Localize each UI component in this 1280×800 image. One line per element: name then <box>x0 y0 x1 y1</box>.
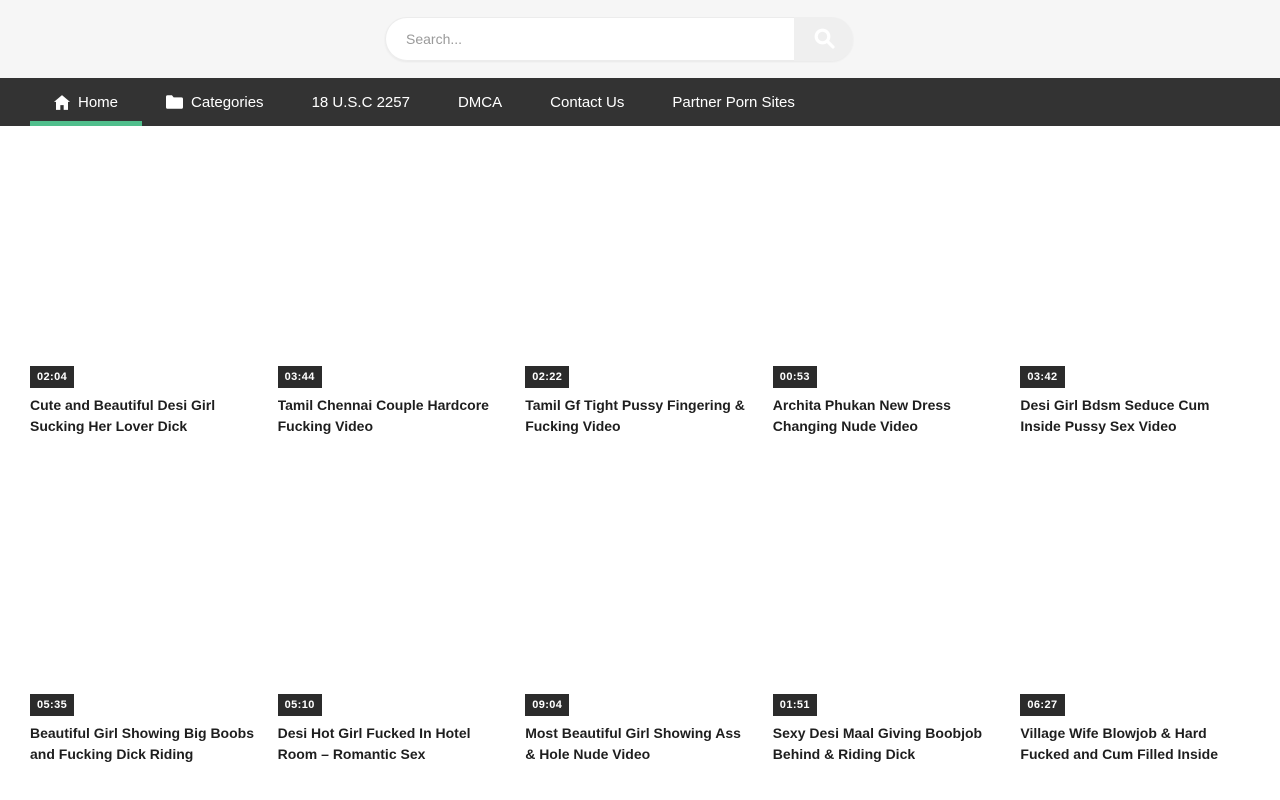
search-input[interactable] <box>385 17 794 61</box>
video-title-link[interactable]: Desi Hot Girl Fucked In Hotel Room – Rom… <box>278 723 508 765</box>
video-grid: 02:04 Cute and Beautiful Desi Girl Sucki… <box>30 136 1250 765</box>
video-thumbnail[interactable]: 03:42 <box>1020 136 1250 388</box>
video-card: 01:51 Sexy Desi Maal Giving Boobjob Behi… <box>773 464 1003 765</box>
video-card: 05:35 Beautiful Girl Showing Big Boobs a… <box>30 464 260 765</box>
search-form <box>385 17 853 61</box>
video-title-link[interactable]: Sexy Desi Maal Giving Boobjob Behind & R… <box>773 723 1003 765</box>
nav-item-label: Partner Porn Sites <box>672 94 795 111</box>
nav-item-label: DMCA <box>458 94 502 111</box>
video-thumbnail[interactable]: 05:10 <box>278 464 508 716</box>
video-thumbnail[interactable]: 02:04 <box>30 136 260 388</box>
search-button[interactable] <box>794 17 853 61</box>
nav-item-label: Contact Us <box>550 94 624 111</box>
nav-item-partner-porn-sites[interactable]: Partner Porn Sites <box>648 78 819 126</box>
video-title-link[interactable]: Village Wife Blowjob & Hard Fucked and C… <box>1020 723 1250 765</box>
nav-item-label: Home <box>78 94 118 111</box>
video-title-link[interactable]: Archita Phukan New Dress Changing Nude V… <box>773 395 1003 437</box>
video-title-link[interactable]: Beautiful Girl Showing Big Boobs and Fuc… <box>30 723 260 765</box>
duration-badge: 09:04 <box>525 694 569 716</box>
folder-icon <box>166 95 183 109</box>
main-navigation: Home Categories 18 U.S.C 2257 DMCA Conta… <box>0 78 1280 126</box>
duration-badge: 00:53 <box>773 366 817 388</box>
video-title-link[interactable]: Cute and Beautiful Desi Girl Sucking Her… <box>30 395 260 437</box>
video-thumbnail[interactable]: 06:27 <box>1020 464 1250 716</box>
video-thumbnail[interactable]: 03:44 <box>278 136 508 388</box>
nav-item-dmca[interactable]: DMCA <box>434 78 526 126</box>
video-card: 09:04 Most Beautiful Girl Showing Ass & … <box>525 464 755 765</box>
nav-item-contact-us[interactable]: Contact Us <box>526 78 648 126</box>
magnifier-icon <box>812 26 836 53</box>
video-thumbnail[interactable]: 00:53 <box>773 136 1003 388</box>
nav-item-label: 18 U.S.C 2257 <box>312 94 410 111</box>
nav-item-18-u-s-c-2257[interactable]: 18 U.S.C 2257 <box>288 78 434 126</box>
video-title-link[interactable]: Tamil Gf Tight Pussy Fingering & Fucking… <box>525 395 755 437</box>
video-card: 05:10 Desi Hot Girl Fucked In Hotel Room… <box>278 464 508 765</box>
video-title-link[interactable]: Tamil Chennai Couple Hardcore Fucking Vi… <box>278 395 508 437</box>
video-thumbnail[interactable]: 02:22 <box>525 136 755 388</box>
top-search-bar <box>0 0 1280 78</box>
video-title-link[interactable]: Most Beautiful Girl Showing Ass & Hole N… <box>525 723 755 765</box>
video-card: 06:27 Village Wife Blowjob & Hard Fucked… <box>1020 464 1250 765</box>
video-title-link[interactable]: Desi Girl Bdsm Seduce Cum Inside Pussy S… <box>1020 395 1250 437</box>
duration-badge: 05:35 <box>30 694 74 716</box>
duration-badge: 03:44 <box>278 366 322 388</box>
duration-badge: 02:22 <box>525 366 569 388</box>
video-card: 03:44 Tamil Chennai Couple Hardcore Fuck… <box>278 136 508 437</box>
video-card: 00:53 Archita Phukan New Dress Changing … <box>773 136 1003 437</box>
video-thumbnail[interactable]: 09:04 <box>525 464 755 716</box>
video-card: 02:04 Cute and Beautiful Desi Girl Sucki… <box>30 136 260 437</box>
video-thumbnail[interactable]: 01:51 <box>773 464 1003 716</box>
nav-item-label: Categories <box>191 94 264 111</box>
duration-badge: 02:04 <box>30 366 74 388</box>
duration-badge: 06:27 <box>1020 694 1064 716</box>
home-icon <box>54 95 70 110</box>
nav-item-home[interactable]: Home <box>30 78 142 126</box>
nav-item-categories[interactable]: Categories <box>142 78 288 126</box>
duration-badge: 01:51 <box>773 694 817 716</box>
video-card: 03:42 Desi Girl Bdsm Seduce Cum Inside P… <box>1020 136 1250 437</box>
duration-badge: 05:10 <box>278 694 322 716</box>
video-thumbnail[interactable]: 05:35 <box>30 464 260 716</box>
video-card: 02:22 Tamil Gf Tight Pussy Fingering & F… <box>525 136 755 437</box>
duration-badge: 03:42 <box>1020 366 1064 388</box>
